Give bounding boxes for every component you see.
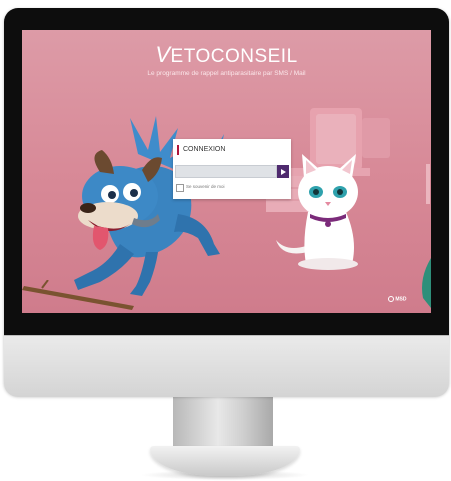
- msd-logo-icon: [388, 296, 394, 302]
- msd-logo-text: MSD: [395, 296, 407, 303]
- app-logo: VETOCONSEIL: [22, 42, 431, 68]
- stick-illustration: [22, 280, 134, 310]
- login-submit-button[interactable]: [277, 165, 289, 178]
- logo-text: ETOCONSEIL: [170, 46, 298, 67]
- monitor-stand: [173, 396, 273, 448]
- play-arrow-icon: [280, 168, 286, 175]
- login-input[interactable]: [175, 165, 277, 178]
- login-title: CONNEXION: [183, 146, 226, 153]
- plant-illustration: [422, 258, 431, 308]
- app-screen: VETOCONSEIL Le programme de rappel antip…: [22, 30, 431, 313]
- remember-me-label: Se souvenir de moi: [186, 184, 225, 189]
- app-tagline: Le programme de rappel antiparasitaire p…: [147, 70, 306, 77]
- login-title-accent: [177, 145, 179, 155]
- logo-initial: V: [155, 42, 171, 67]
- remember-me-checkbox[interactable]: [176, 184, 184, 192]
- monitor-chin: [4, 335, 449, 397]
- login-panel: CONNEXION Se souvenir de moi: [173, 139, 291, 199]
- msd-logo: MSD: [388, 296, 407, 302]
